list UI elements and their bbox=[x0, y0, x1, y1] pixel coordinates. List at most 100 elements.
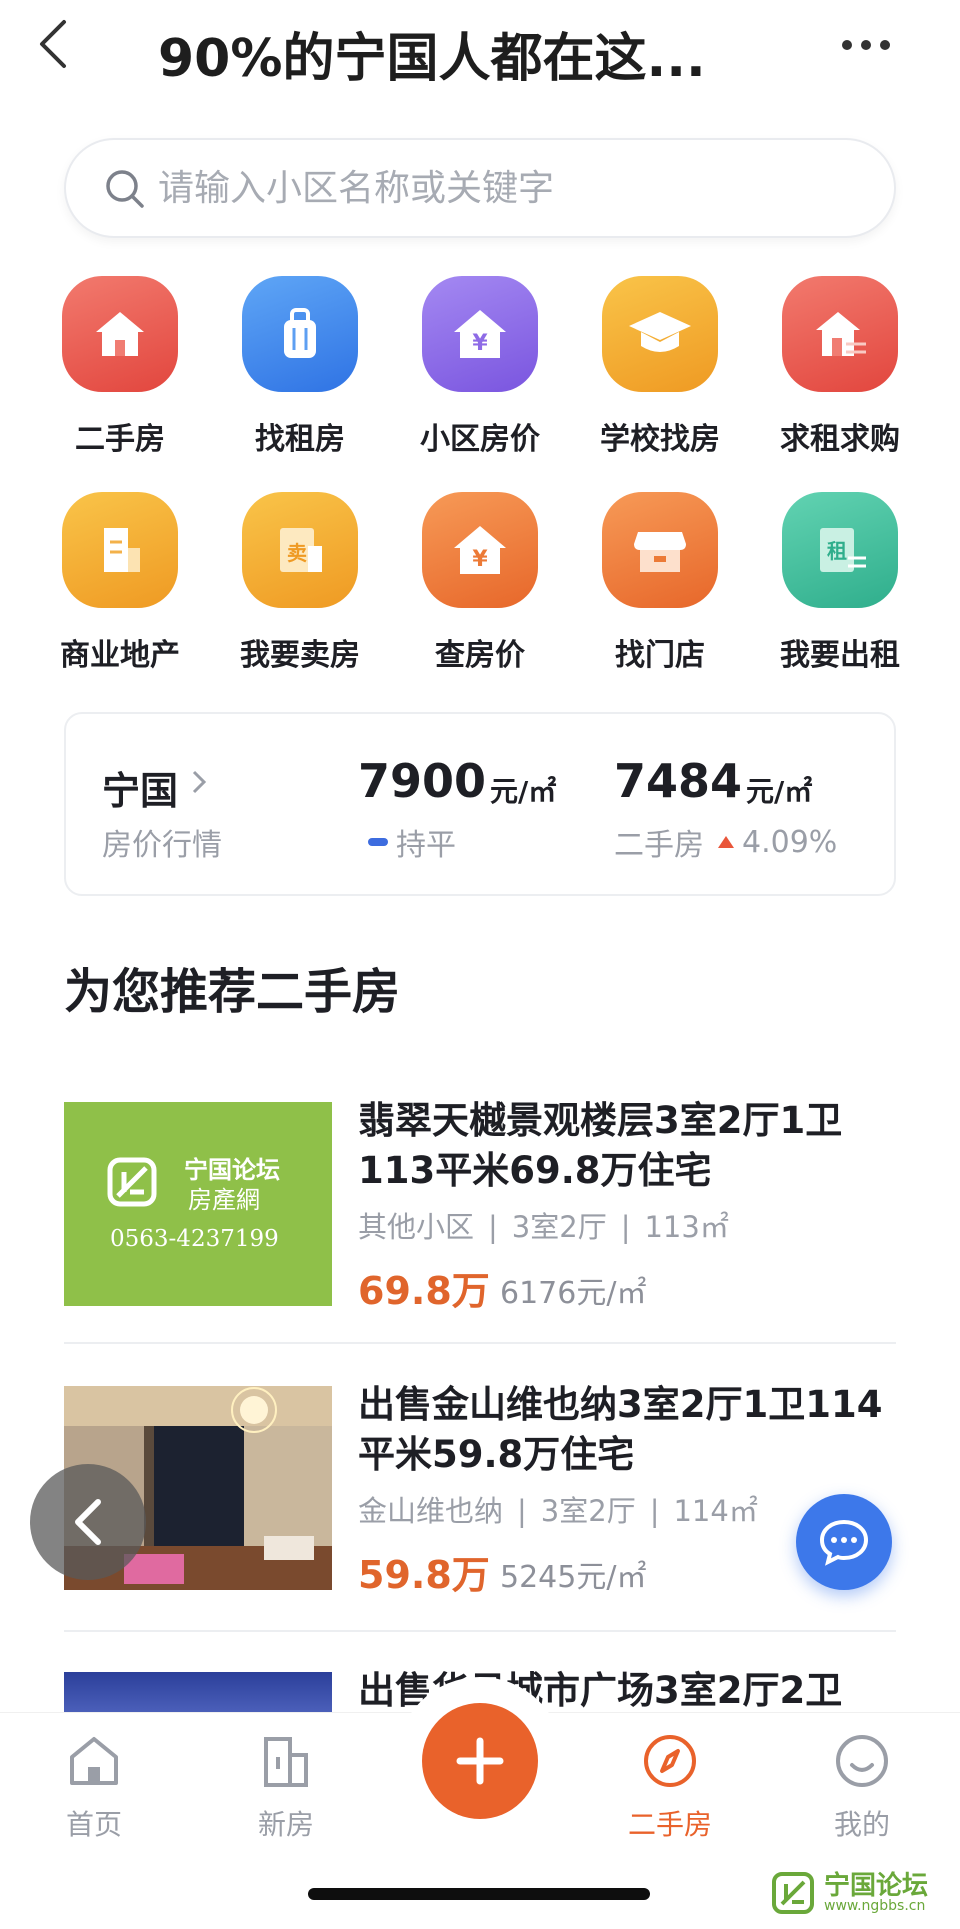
avg-price: 7900 bbox=[358, 754, 487, 808]
tab-second-hand[interactable]: 二手房 bbox=[610, 1731, 730, 1843]
svg-text:卖: 卖 bbox=[287, 541, 307, 565]
watermark-name: 宁国论坛 bbox=[824, 1871, 929, 1901]
listing-community: 其他小区 bbox=[358, 1210, 475, 1244]
chat-bubble-icon bbox=[819, 1519, 869, 1566]
entry-community-price[interactable]: ¥ 小区房价 bbox=[400, 276, 560, 458]
entry-label: 我要卖房 bbox=[240, 638, 360, 673]
smile-icon bbox=[836, 1735, 888, 1787]
entry-rent[interactable]: 找租房 bbox=[220, 276, 380, 458]
tab-new-house[interactable]: 新房 bbox=[226, 1731, 346, 1843]
entry-label: 商业地产 bbox=[60, 638, 180, 673]
avg-trend-text: 持平 bbox=[396, 828, 456, 863]
house-exchange-icon bbox=[782, 276, 898, 392]
price-market-card[interactable]: 宁国 房价行情 7900 元/㎡ 持平 7484 元/㎡ 二手房 4.09% bbox=[64, 712, 896, 896]
suitcase-icon bbox=[242, 276, 358, 392]
entry-label: 二手房 bbox=[75, 422, 165, 457]
second-hand-label: 二手房 bbox=[614, 828, 704, 863]
svg-text:¥: ¥ bbox=[472, 547, 488, 572]
listing-community: 金山维也纳 bbox=[358, 1494, 504, 1528]
section-title: 为您推荐二手房 bbox=[64, 964, 401, 1020]
chevron-right-icon bbox=[192, 770, 207, 794]
chat-button[interactable] bbox=[796, 1494, 892, 1590]
page-title: 90%的宁国人都在这... bbox=[158, 29, 706, 89]
floating-back-button[interactable] bbox=[30, 1464, 146, 1580]
chevron-left-icon bbox=[75, 1499, 101, 1545]
separator: | bbox=[649, 1494, 660, 1528]
tab-label: 我的 bbox=[833, 1808, 890, 1841]
site-watermark: 宁国论坛 www.ngbbs.cn bbox=[770, 1868, 928, 1918]
second-hand-trend: 二手房 4.09% bbox=[614, 820, 837, 864]
market-subtitle: 房价行情 bbox=[102, 828, 222, 863]
avg-price-unit: 元/㎡ bbox=[490, 775, 557, 808]
home-indicator bbox=[308, 1888, 650, 1900]
search-bar[interactable] bbox=[64, 138, 896, 238]
svg-text:宁国论坛: 宁国论坛 bbox=[184, 1156, 280, 1184]
separator: | bbox=[517, 1494, 527, 1528]
listing-unit-price: 6176元/㎡ bbox=[500, 1276, 647, 1311]
entry-label: 求租求购 bbox=[780, 422, 900, 457]
second-hand-price-unit: 元/㎡ bbox=[746, 775, 813, 808]
listing-item[interactable]: 宁国论坛 房產網 0563-4237199 翡翠天樾景观楼层3室2厅1卫113平… bbox=[64, 1099, 896, 1344]
svg-text:¥: ¥ bbox=[472, 331, 488, 356]
listing-area: 114㎡ bbox=[673, 1494, 758, 1528]
listing-meta: 其他小区 | 3室2厅 | 113㎡ bbox=[358, 1204, 729, 1246]
watermark-url: www.ngbbs.cn bbox=[824, 1898, 926, 1914]
entry-second-hand[interactable]: 二手房 bbox=[40, 276, 200, 458]
flat-trend-icon bbox=[368, 838, 388, 846]
listing-layout: 3室2厅 bbox=[511, 1210, 607, 1244]
svg-text:房產網: 房產網 bbox=[188, 1186, 260, 1214]
forum-logo-icon bbox=[772, 1872, 814, 1914]
house-icon bbox=[62, 276, 178, 392]
divider bbox=[64, 1630, 896, 1632]
tab-label: 二手房 bbox=[627, 1808, 712, 1841]
tab-home[interactable]: 首页 bbox=[34, 1731, 154, 1843]
entry-label: 我要出租 bbox=[780, 638, 900, 673]
listing-price: 59.8万 bbox=[358, 1553, 490, 1597]
building-icon bbox=[264, 1737, 308, 1787]
home-icon bbox=[70, 1737, 118, 1785]
entry-label: 找门店 bbox=[615, 638, 705, 673]
yuan-house-icon: ¥ bbox=[422, 492, 538, 608]
quick-entry-row-2: 商业地产 卖 我要卖房 ¥ 查房价 找门店 租 我要出租 bbox=[40, 492, 920, 674]
svg-text:租: 租 bbox=[827, 539, 847, 563]
listing-thumbnail: 宁国论坛 房產網 0563-4237199 bbox=[64, 1102, 332, 1306]
entry-label: 找租房 bbox=[255, 422, 345, 457]
store-icon bbox=[602, 492, 718, 608]
tab-mine[interactable]: 我的 bbox=[802, 1731, 922, 1843]
quick-entry-row-1: 二手房 找租房 ¥ 小区房价 学校找房 求租求购 bbox=[40, 276, 920, 458]
entry-label: 查房价 bbox=[435, 638, 525, 673]
compass-icon bbox=[644, 1735, 696, 1787]
forum-logo-icon bbox=[107, 1157, 157, 1207]
city-name: 宁国 bbox=[102, 769, 179, 813]
avg-trend: 持平 bbox=[368, 820, 456, 864]
sell-tag-icon: 卖 bbox=[242, 492, 358, 608]
entry-label: 学校找房 bbox=[600, 422, 720, 457]
entry-school[interactable]: 学校找房 bbox=[580, 276, 740, 458]
entry-rent-out[interactable]: 租 我要出租 bbox=[760, 492, 920, 674]
entry-rent-buy-request[interactable]: 求租求购 bbox=[760, 276, 920, 458]
entry-commercial[interactable]: 商业地产 bbox=[40, 492, 200, 674]
listing-item[interactable]: 出售金山维也纳3室2厅1卫114平米59.8万住宅 金山维也纳 | 3室2厅 | 114… bbox=[64, 1383, 896, 1632]
plus-icon bbox=[456, 1737, 504, 1785]
entry-sell[interactable]: 卖 我要卖房 bbox=[220, 492, 380, 674]
search-icon bbox=[106, 170, 144, 208]
search-input[interactable] bbox=[158, 160, 858, 216]
listing-meta: 金山维也纳 | 3室2厅 | 114㎡ bbox=[358, 1488, 758, 1530]
top-bar: 90%的宁国人都在这... bbox=[0, 0, 960, 100]
more-options-icon[interactable] bbox=[842, 36, 898, 54]
entry-check-price[interactable]: ¥ 查房价 bbox=[400, 492, 560, 674]
entry-find-store[interactable]: 找门店 bbox=[580, 492, 740, 674]
divider bbox=[64, 1342, 896, 1344]
back-arrow-icon[interactable] bbox=[30, 14, 80, 74]
listing-unit-price: 5245元/㎡ bbox=[500, 1560, 647, 1595]
rent-tag-icon: 租 bbox=[782, 492, 898, 608]
separator: | bbox=[620, 1210, 631, 1244]
add-button[interactable] bbox=[422, 1703, 538, 1819]
up-triangle-icon bbox=[718, 836, 734, 848]
yuan-house-icon: ¥ bbox=[422, 276, 538, 392]
building-icon bbox=[62, 492, 178, 608]
second-hand-change: 4.09% bbox=[742, 824, 838, 860]
tab-label: 首页 bbox=[65, 1808, 122, 1841]
listing-price: 69.8万 bbox=[358, 1269, 490, 1313]
svg-text:0563-4237199: 0563-4237199 bbox=[110, 1226, 279, 1252]
